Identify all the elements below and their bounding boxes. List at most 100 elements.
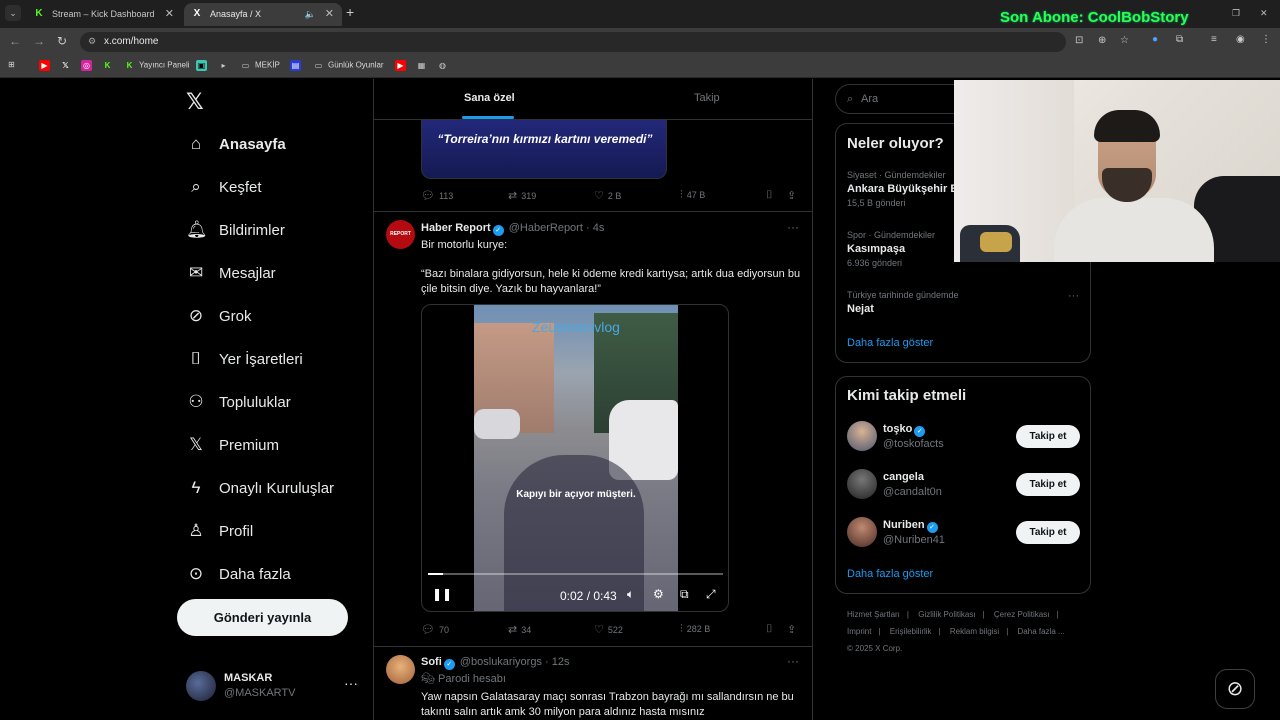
footer-link[interactable]: Imprint [847, 627, 871, 636]
bookmark-youtube-2[interactable]: ▶ [395, 60, 410, 71]
tweet-time[interactable]: 12s [552, 656, 570, 668]
nav-more[interactable]: ⊙ Daha fazla [186, 564, 291, 594]
author-handle[interactable]: @boslukariyorgs [460, 656, 542, 668]
speaker-icon[interactable]: 🔈 [305, 3, 316, 25]
footer-link[interactable]: Reklam bilgisi [950, 627, 999, 636]
follow-button[interactable]: Takip et [1016, 473, 1080, 496]
bookmark-mekip[interactable]: ▭ MEKİP [240, 60, 280, 71]
nav-verified-orgs[interactable]: ϟ Onaylı Kuruluşlar [186, 478, 335, 508]
volume-icon[interactable]: 🔈︎ [627, 587, 634, 602]
new-tab-button[interactable]: + [346, 4, 354, 20]
settings-gear-icon[interactable]: ⚙ [653, 587, 664, 601]
bookmark-kick[interactable]: K [102, 60, 117, 71]
author-handle[interactable]: @HaberReport [509, 222, 583, 234]
back-arrow-icon[interactable]: ← [9, 34, 21, 48]
share-button[interactable]: ⇪ [787, 623, 800, 636]
avatar[interactable]: REPORT [386, 220, 415, 249]
footer-link[interactable]: Gizlilik Politikası [918, 610, 975, 619]
trend-item[interactable]: Türkiye tarihinde gündemde Nejat ··· [847, 290, 1079, 315]
bookmark-instagram[interactable]: ◎ [81, 60, 96, 71]
bookmark-app[interactable]: ▣ [196, 60, 211, 71]
bookmark-blue[interactable]: ▤ [290, 60, 305, 71]
tab-for-you[interactable]: Sana özel [464, 92, 515, 104]
reply-button[interactable]: 💬︎ 70 [421, 623, 449, 636]
bookmark-youtube[interactable]: ▶ [39, 60, 54, 71]
grok-button[interactable]: ⊘ [1215, 669, 1255, 709]
tab-close-icon[interactable]: ✕ [325, 3, 334, 25]
browser-tab-kick[interactable]: K Stream – Kick Dashboard ✕ [26, 3, 182, 26]
share-button[interactable]: ⇪ [787, 189, 800, 202]
bookmark-gunluk-oyunlar[interactable]: ▭ Günlük Oyunlar [313, 60, 384, 71]
footer-link[interactable]: Erişilebilirlik [890, 627, 932, 636]
tab-close-icon[interactable]: ✕ [165, 3, 174, 25]
nav-home[interactable]: ⌂ Anasayfa [186, 134, 286, 164]
nav-notifications[interactable]: 🔔︎ Bildirimler [186, 220, 285, 250]
avatar[interactable] [386, 655, 415, 684]
url-field[interactable]: ⚙ x.com/home ⊡ ⊕ ☆ [80, 32, 1129, 52]
author-name[interactable]: Haber Report [421, 222, 491, 234]
tweet-image-card[interactable]: “Torreira’nın kırmızı kartını veremedi” [421, 119, 667, 179]
views-button[interactable]: ⫶ 47 B [680, 189, 705, 202]
follow-suggestion[interactable]: cangela @candalt0n Takip et [847, 469, 1081, 501]
site-info-icon[interactable]: ⚙ [88, 36, 96, 47]
video-progress-bar[interactable] [428, 573, 723, 575]
like-button[interactable]: ♡ 2 B [594, 189, 621, 202]
follow-suggestion[interactable]: toşko ✓ @toskofacts Takip et [847, 421, 1081, 453]
nav-explore[interactable]: ⌕ Keşfet [186, 177, 261, 207]
views-button[interactable]: ⫶ 282 B [680, 623, 710, 636]
tweet-time[interactable]: 4s [593, 222, 605, 234]
menu-kebab-icon[interactable]: ⋮ [1261, 34, 1271, 45]
nav-communities[interactable]: ⚇ Topluluklar [186, 392, 290, 422]
reload-icon[interactable]: ↻ [57, 34, 67, 48]
tab-search-icon[interactable]: ⌄ [5, 5, 21, 21]
more-dots-icon[interactable]: ··· [787, 220, 799, 234]
nav-profile[interactable]: ♙ Profil [186, 521, 253, 551]
footer-link[interactable]: Çerez Politikası [994, 610, 1050, 619]
bookmark-button[interactable]: ⌷ [766, 623, 777, 636]
bookmark-x[interactable]: 𝕏 [60, 60, 75, 71]
bookmark-globe[interactable]: ◍ [437, 60, 452, 71]
more-dots-icon[interactable]: ··· [787, 654, 799, 668]
bookmark-image[interactable]: ▦ [416, 60, 431, 71]
trends-show-more-link[interactable]: Daha fazla göster [847, 337, 933, 349]
window-close-icon[interactable]: ✕ [1260, 8, 1268, 19]
who-show-more-link[interactable]: Daha fazla göster [847, 568, 933, 580]
zoom-icon[interactable]: ⊕ [1098, 35, 1106, 46]
video-player[interactable]: Zeusmotovlog Kapıyı bir açıyor müşteri. … [421, 304, 729, 612]
nav-grok[interactable]: ⊘ Grok [186, 306, 252, 336]
extension-icon[interactable]: ● [1152, 34, 1158, 45]
account-switcher[interactable]: MASKAR @MASKARTV ··· [186, 669, 361, 703]
media-icon[interactable]: ≡ [1211, 34, 1217, 45]
repost-button[interactable]: ⇄ 319 [508, 189, 536, 202]
pause-icon[interactable]: ❚❚ [432, 587, 452, 601]
nav-premium[interactable]: 𝕏 Premium [186, 435, 279, 465]
reply-button[interactable]: 💬︎ 113 [421, 189, 453, 202]
post-button[interactable]: Gönderi yayınla [177, 599, 348, 636]
picture-in-picture-icon[interactable]: ⧉ [680, 587, 689, 602]
more-dots-icon[interactable]: ··· [1068, 290, 1079, 302]
forward-arrow-icon[interactable]: → [33, 34, 45, 48]
star-icon[interactable]: ☆ [1120, 35, 1129, 46]
tab-following[interactable]: Takip [694, 92, 720, 104]
follow-button[interactable]: Takip et [1016, 521, 1080, 544]
profile-icon[interactable]: ◉ [1236, 34, 1245, 45]
follow-suggestion[interactable]: Nuriben ✓ @Nuriben41 Takip et [847, 517, 1081, 549]
x-logo-icon[interactable]: 𝕏 [186, 89, 204, 115]
bookmark-play[interactable]: ▸ [218, 60, 233, 71]
nav-bookmarks[interactable]: ⌷ Yer İşaretleri [186, 349, 303, 379]
puzzle-icon[interactable]: ⧉ [1176, 34, 1183, 45]
footer-link[interactable]: Daha fazla ... [1018, 627, 1065, 636]
bookmark-button[interactable]: ⌷ [766, 189, 777, 202]
install-icon[interactable]: ⊡ [1075, 35, 1083, 46]
restore-icon[interactable]: ❐ [1232, 8, 1240, 19]
like-button[interactable]: ♡ 522 [594, 623, 623, 636]
repost-button[interactable]: ⇄ 34 [508, 623, 531, 636]
browser-tab-x[interactable]: X Anasayfa / X 🔈 ✕ [184, 3, 342, 26]
fullscreen-icon[interactable]: ⤢ [706, 587, 716, 602]
apps-grid-icon[interactable]: ⊞ [8, 60, 15, 69]
bookmark-yayinci-paneli[interactable]: K Yayıncı Paneli [124, 60, 190, 71]
footer-link[interactable]: Hizmet Şartları [847, 610, 900, 619]
author-name[interactable]: Sofi [421, 656, 442, 668]
follow-button[interactable]: Takip et [1016, 425, 1080, 448]
nav-messages[interactable]: ✉ Mesajlar [186, 263, 276, 293]
